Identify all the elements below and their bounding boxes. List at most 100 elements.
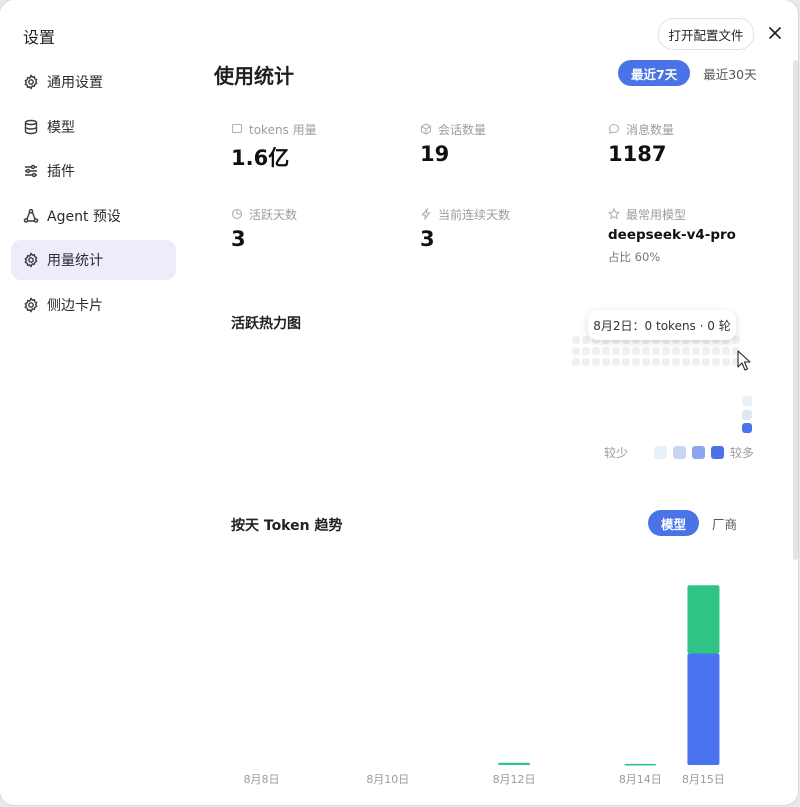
- heatmap-cell[interactable]: [592, 347, 600, 355]
- heatmap-cell[interactable]: [722, 347, 730, 355]
- heatmap-cell[interactable]: [572, 336, 580, 344]
- heatmap-cell[interactable]: [662, 358, 670, 366]
- heatmap-cell[interactable]: [622, 347, 630, 355]
- heatmap-cell[interactable]: [702, 347, 710, 355]
- sidebar-item-label: 插件: [47, 164, 75, 180]
- toggle-by-model[interactable]: 模型: [648, 510, 700, 536]
- heatmap-cell[interactable]: [602, 358, 610, 366]
- pie-chart-icon: [231, 208, 243, 220]
- content-scrollbar[interactable]: [793, 60, 798, 560]
- sidebar-item-agent-presets[interactable]: Agent 预设: [11, 196, 176, 236]
- heatmap-title: 活跃热力图: [231, 316, 301, 332]
- heatmap-cell[interactable]: [682, 347, 690, 355]
- heatmap-cell[interactable]: [572, 358, 580, 366]
- gear-icon: [23, 74, 39, 90]
- heatmap-cell[interactable]: [632, 347, 640, 355]
- mouse-cursor-icon: [737, 350, 751, 371]
- bar-8月15日-series-0[interactable]: [687, 653, 720, 765]
- activity-heatmap: [572, 336, 742, 368]
- toggle-by-vendor[interactable]: 厂商: [699, 510, 750, 536]
- heatmap-cell[interactable]: [612, 358, 620, 366]
- sliders-icon: [23, 163, 39, 179]
- scale-cell: [742, 396, 752, 406]
- stat-label: 消息数量: [626, 122, 675, 137]
- heatmap-cell[interactable]: [582, 336, 590, 344]
- legend-swatch: [654, 446, 668, 459]
- heatmap-cell[interactable]: [712, 358, 720, 366]
- heatmap-cell[interactable]: [622, 358, 630, 366]
- stat-sessions: 会话数量 19: [420, 122, 580, 167]
- sidebar: 通用设置 模型 插件 Agent 预设 用量统计 侧边卡片: [11, 62, 176, 329]
- stat-messages: 消息数量 1187: [608, 122, 768, 167]
- sidebar-item-models[interactable]: 模型: [11, 107, 176, 147]
- x-tick-label: 8月14日: [619, 773, 662, 786]
- scale-cell: [742, 423, 752, 433]
- bar-8月12日-series-1[interactable]: [498, 762, 531, 765]
- heatmap-cell[interactable]: [642, 358, 650, 366]
- heatmap-cell[interactable]: [642, 347, 650, 355]
- tab-last-7-days[interactable]: 最近7天: [618, 60, 691, 86]
- sidebar-item-general[interactable]: 通用设置: [11, 62, 176, 102]
- x-tick-label: 8月15日: [682, 773, 725, 786]
- heatmap-legend: 较少 较多: [604, 444, 754, 461]
- heatmap-cell[interactable]: [732, 336, 740, 344]
- sidebar-item-label: Agent 预设: [47, 208, 121, 225]
- stat-tokens: tokens 用量 1.6亿: [231, 122, 391, 172]
- token-trend-svg: 8月8日 8月10日 8月12日 8月14日 8月15日: [244, 585, 725, 786]
- heatmap-cell[interactable]: [662, 347, 670, 355]
- stat-value: 19: [420, 142, 450, 166]
- sidebar-item-label: 侧边卡片: [47, 297, 103, 314]
- window-title: 设置: [23, 28, 56, 47]
- gear-icon: [23, 296, 39, 313]
- message-bubble-icon: [608, 123, 620, 135]
- heatmap-cell[interactable]: [592, 358, 600, 366]
- legend-swatch: [711, 446, 725, 459]
- stat-active-days: 活跃天数 3: [231, 207, 391, 252]
- heatmap-cell[interactable]: [582, 358, 590, 366]
- heatmap-cell[interactable]: [722, 358, 730, 366]
- page-title: 使用统计: [214, 64, 294, 88]
- heatmap-cell[interactable]: [672, 358, 680, 366]
- heatmap-cell[interactable]: [612, 347, 620, 355]
- token-trend-chart: 8月8日 8月10日 8月12日 8月14日 8月15日: [230, 545, 750, 795]
- top-model-share: 占比 60%: [608, 250, 661, 264]
- stat-label: 活跃天数: [249, 207, 298, 222]
- sidebar-item-side-cards[interactable]: 侧边卡片: [11, 285, 176, 325]
- sidebar-item-usage-stats[interactable]: 用量统计: [11, 240, 176, 280]
- heatmap-cell[interactable]: [672, 347, 680, 355]
- trend-group-toggle: 模型 厂商: [648, 510, 750, 536]
- sidebar-item-plugins[interactable]: 插件: [11, 151, 176, 191]
- x-tick-label: 8月12日: [493, 773, 536, 786]
- heatmap-scale: [742, 396, 752, 437]
- heatmap-cell[interactable]: [682, 358, 690, 366]
- heatmap-cell[interactable]: [582, 347, 590, 355]
- tab-last-30-days[interactable]: 最近30天: [690, 60, 769, 86]
- top-model-name: deepseek-v4-pro: [608, 227, 736, 243]
- bar-8月15日-series-1[interactable]: [687, 585, 720, 654]
- range-tabs: 最近7天 最近30天: [618, 60, 770, 86]
- heatmap-cell[interactable]: [712, 347, 720, 355]
- heatmap-cell[interactable]: [632, 358, 640, 366]
- heatmap-cell[interactable]: [602, 347, 610, 355]
- close-button[interactable]: [764, 22, 786, 44]
- heatmap-cell[interactable]: [702, 358, 710, 366]
- scale-cell: [742, 409, 752, 420]
- stat-label: tokens 用量: [249, 122, 317, 137]
- stat-streak: 当前连续天数 3: [420, 207, 580, 251]
- stat-top-model: 最常用模型 deepseek-v4-pro 占比 60%: [607, 207, 768, 265]
- stat-value: 3: [420, 227, 435, 251]
- heatmap-tooltip: 8月2日：0 tokens · 0 轮: [588, 310, 736, 340]
- close-icon: [768, 26, 782, 40]
- legend-more: 较多: [730, 446, 755, 460]
- bar-8月14日-series-1[interactable]: [624, 763, 657, 766]
- heatmap-cell[interactable]: [652, 358, 660, 366]
- x-tick-label: 8月8日: [244, 773, 280, 786]
- heatmap-cell[interactable]: [692, 358, 700, 366]
- cube-icon: [420, 123, 432, 135]
- open-config-button[interactable]: 打开配置文件: [658, 18, 754, 50]
- heatmap-cell[interactable]: [572, 347, 580, 355]
- settings-window: 设置 通用设置 模型 插件 Agent 预设 用量统计 侧边卡片 打开配置文件 …: [0, 0, 798, 805]
- star-icon: [607, 207, 621, 220]
- heatmap-cell[interactable]: [692, 347, 700, 355]
- heatmap-cell[interactable]: [652, 347, 660, 355]
